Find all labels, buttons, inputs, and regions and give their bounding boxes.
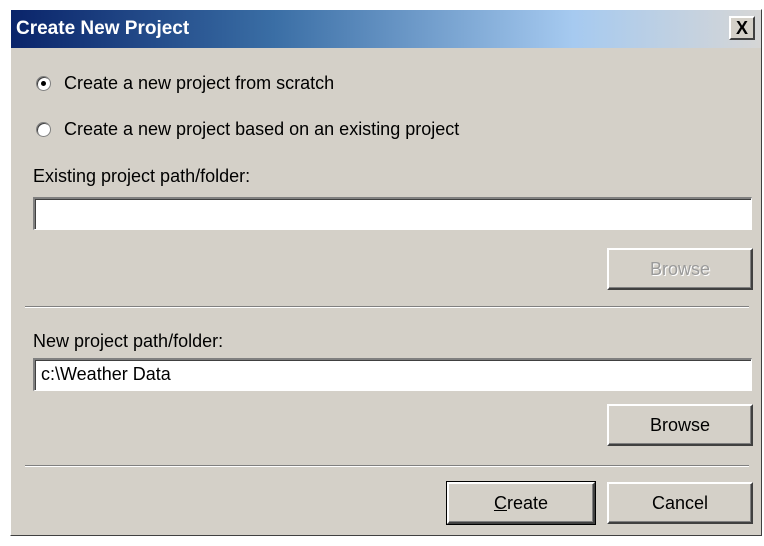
radio-icon[interactable]	[36, 121, 51, 137]
radio-icon[interactable]	[36, 75, 51, 91]
radio-from-existing-label: Create a new project based on an existin…	[64, 118, 460, 139]
close-icon: X	[735, 18, 748, 38]
existing-browse-button[interactable]: Browse	[607, 248, 753, 290]
existing-path-field[interactable]	[33, 197, 752, 230]
close-button[interactable]: X	[729, 16, 755, 40]
new-browse-button[interactable]: Browse	[607, 404, 753, 446]
new-path-field[interactable]: c:\Weather Data	[33, 358, 752, 391]
cancel-button[interactable]: Cancel	[607, 482, 753, 524]
existing-path-label: Existing project path/folder:	[33, 166, 251, 186]
separator	[25, 465, 749, 467]
separator	[25, 306, 749, 308]
create-new-project-dialog: Create New Project X Create a new projec…	[10, 9, 762, 536]
create-mnemonic: C	[493, 492, 507, 513]
create-button[interactable]: Create	[446, 481, 596, 525]
new-path-label: New project path/folder:	[33, 331, 224, 351]
radio-from-scratch[interactable]: Create a new project from scratch	[36, 71, 334, 95]
create-label-rest: reate	[506, 492, 549, 513]
radio-from-scratch-label: Create a new project from scratch	[64, 72, 335, 93]
radio-from-existing[interactable]: Create a new project based on an existin…	[36, 117, 459, 141]
dialog-title: Create New Project	[16, 18, 190, 39]
title-bar[interactable]: Create New Project X	[11, 10, 761, 48]
